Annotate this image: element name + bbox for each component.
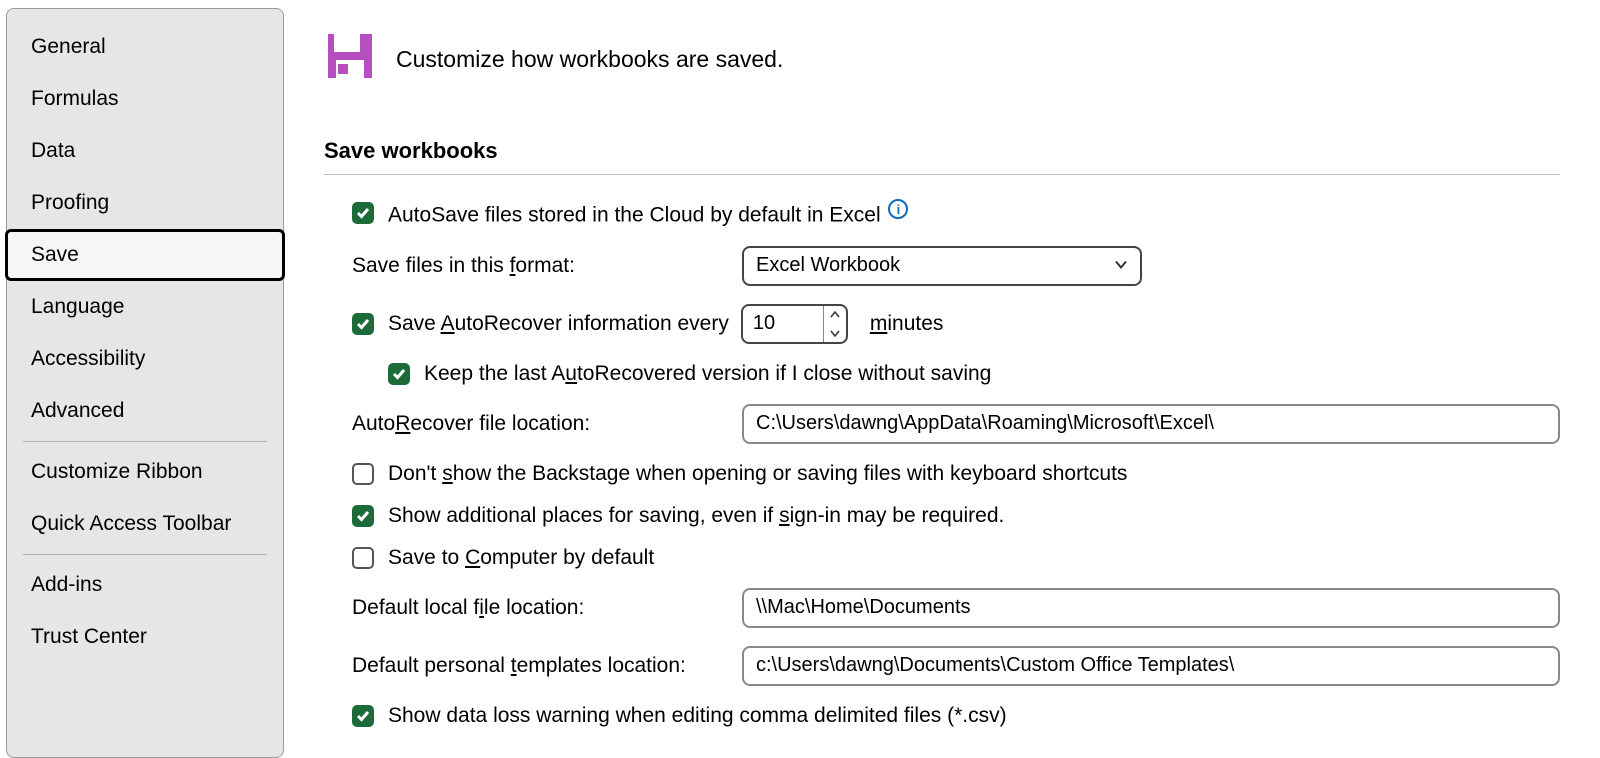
sidebar-item-language[interactable]: Language [7,281,283,333]
local-location-input[interactable]: \\Mac\Home\Documents [742,588,1560,628]
backstage-checkbox[interactable] [352,463,374,485]
autorecover-label: Save AutoRecover information every [388,312,729,336]
autorecover-location-label: AutoRecover file location: [352,412,742,436]
info-icon[interactable]: i [888,199,908,219]
additional-places-checkbox[interactable] [352,505,374,527]
autosave-checkbox[interactable] [352,202,374,224]
file-format-label: Save files in this format: [352,254,742,278]
file-format-row: Save files in this format: Excel Workboo… [324,246,1560,286]
backstage-row: Don't show the Backstage when opening or… [324,462,1560,486]
sidebar-item-general[interactable]: General [7,21,283,73]
autorecover-interval-spinner[interactable]: 10 [741,304,848,344]
sidebar-item-add-ins[interactable]: Add-ins [7,559,283,611]
autorecover-location-row: AutoRecover file location: C:\Users\dawn… [324,404,1560,444]
content-pane: Customize how workbooks are saved. Save … [284,0,1600,758]
save-computer-label: Save to Computer by default [388,546,654,570]
templates-location-input[interactable]: c:\Users\dawng\Documents\Custom Office T… [742,646,1560,686]
sidebar-item-proofing[interactable]: Proofing [7,177,283,229]
autosave-label: AutoSave files stored in the Cloud by de… [388,199,908,228]
spinner-up-button[interactable] [824,306,846,324]
sidebar-item-customize-ribbon[interactable]: Customize Ribbon [7,446,283,498]
chevron-down-icon [1114,254,1128,277]
autorecover-row: Save AutoRecover information every 10 mi… [324,304,1560,344]
local-location-row: Default local file location: \\Mac\Home\… [324,588,1560,628]
sidebar-item-trust-center[interactable]: Trust Center [7,611,283,663]
autosave-row: AutoSave files stored in the Cloud by de… [324,199,1560,228]
additional-places-row: Show additional places for saving, even … [324,504,1560,528]
file-format-select[interactable]: Excel Workbook [742,246,1142,286]
save-computer-row: Save to Computer by default [324,546,1560,570]
sidebar-item-formulas[interactable]: Formulas [7,73,283,125]
section-divider [324,174,1560,175]
sidebar-item-save[interactable]: Save [5,229,285,281]
section-title: Save workbooks [324,138,1560,164]
backstage-label: Don't show the Backstage when opening or… [388,462,1127,486]
csv-warning-label: Show data loss warning when editing comm… [388,704,1007,728]
csv-warning-row: Show data loss warning when editing comm… [324,704,1560,728]
templates-location-label: Default personal templates location: [352,654,742,678]
sidebar-item-advanced[interactable]: Advanced [7,385,283,437]
keep-last-checkbox[interactable] [388,363,410,385]
autorecover-checkbox[interactable] [352,313,374,335]
page-header: Customize how workbooks are saved. [324,30,1560,88]
sidebar-separator-1 [23,441,267,442]
page-title: Customize how workbooks are saved. [396,46,783,73]
sidebar-item-quick-access-toolbar[interactable]: Quick Access Toolbar [7,498,283,550]
sidebar-separator-2 [23,554,267,555]
keep-last-row: Keep the last AutoRecovered version if I… [324,362,1560,386]
keep-last-label: Keep the last AutoRecovered version if I… [424,362,991,386]
additional-places-label: Show additional places for saving, even … [388,504,1004,528]
csv-warning-checkbox[interactable] [352,705,374,727]
spinner-down-button[interactable] [824,324,846,342]
minutes-label: minutes [870,312,944,336]
autorecover-location-input[interactable]: C:\Users\dawng\AppData\Roaming\Microsoft… [742,404,1560,444]
save-computer-checkbox[interactable] [352,547,374,569]
templates-location-row: Default personal templates location: c:\… [324,646,1560,686]
sidebar-item-data[interactable]: Data [7,125,283,177]
local-location-label: Default local file location: [352,596,742,620]
save-icon [324,30,376,88]
sidebar: General Formulas Data Proofing Save Lang… [6,8,284,758]
sidebar-item-accessibility[interactable]: Accessibility [7,333,283,385]
